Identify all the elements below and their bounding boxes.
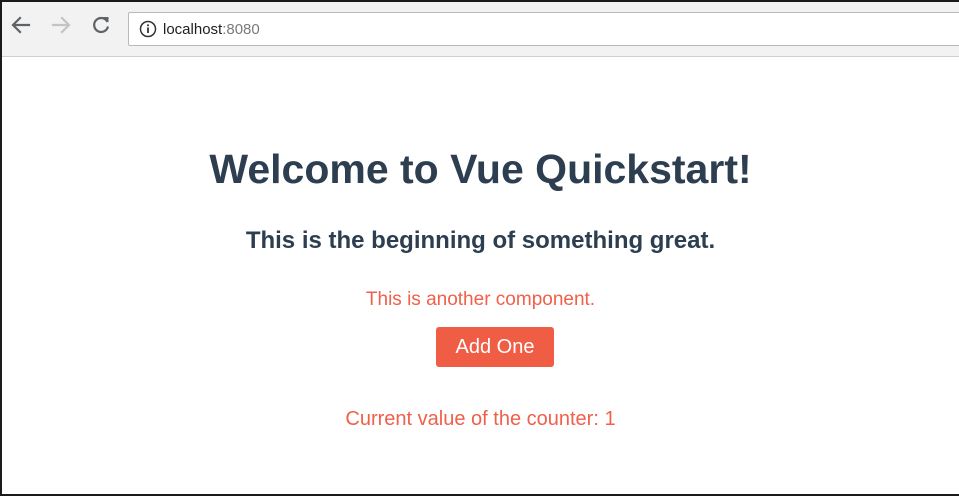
page-title: Welcome to Vue Quickstart! (209, 146, 752, 192)
browser-window: localhost:8080 Welcome to Vue Quickstart… (0, 0, 959, 496)
add-one-button[interactable]: Add One (436, 327, 554, 367)
reload-button[interactable] (88, 14, 114, 40)
page-content: Welcome to Vue Quickstart! This is the b… (2, 57, 959, 494)
url-port: :8080 (222, 20, 260, 38)
forward-button[interactable] (48, 14, 74, 40)
reload-icon (90, 14, 112, 41)
arrow-left-icon (10, 14, 32, 41)
browser-toolbar: localhost:8080 (2, 2, 959, 57)
info-icon[interactable] (139, 20, 157, 38)
page-subtitle: This is the beginning of something great… (245, 227, 716, 254)
address-bar[interactable]: localhost:8080 (128, 12, 959, 46)
arrow-right-icon (50, 14, 72, 41)
component-text: This is another component. (365, 289, 596, 310)
address-url: localhost:8080 (163, 21, 260, 38)
back-button[interactable] (8, 14, 34, 40)
url-host: localhost (163, 20, 223, 38)
counter-text: Current value of the counter: 1 (345, 408, 616, 430)
